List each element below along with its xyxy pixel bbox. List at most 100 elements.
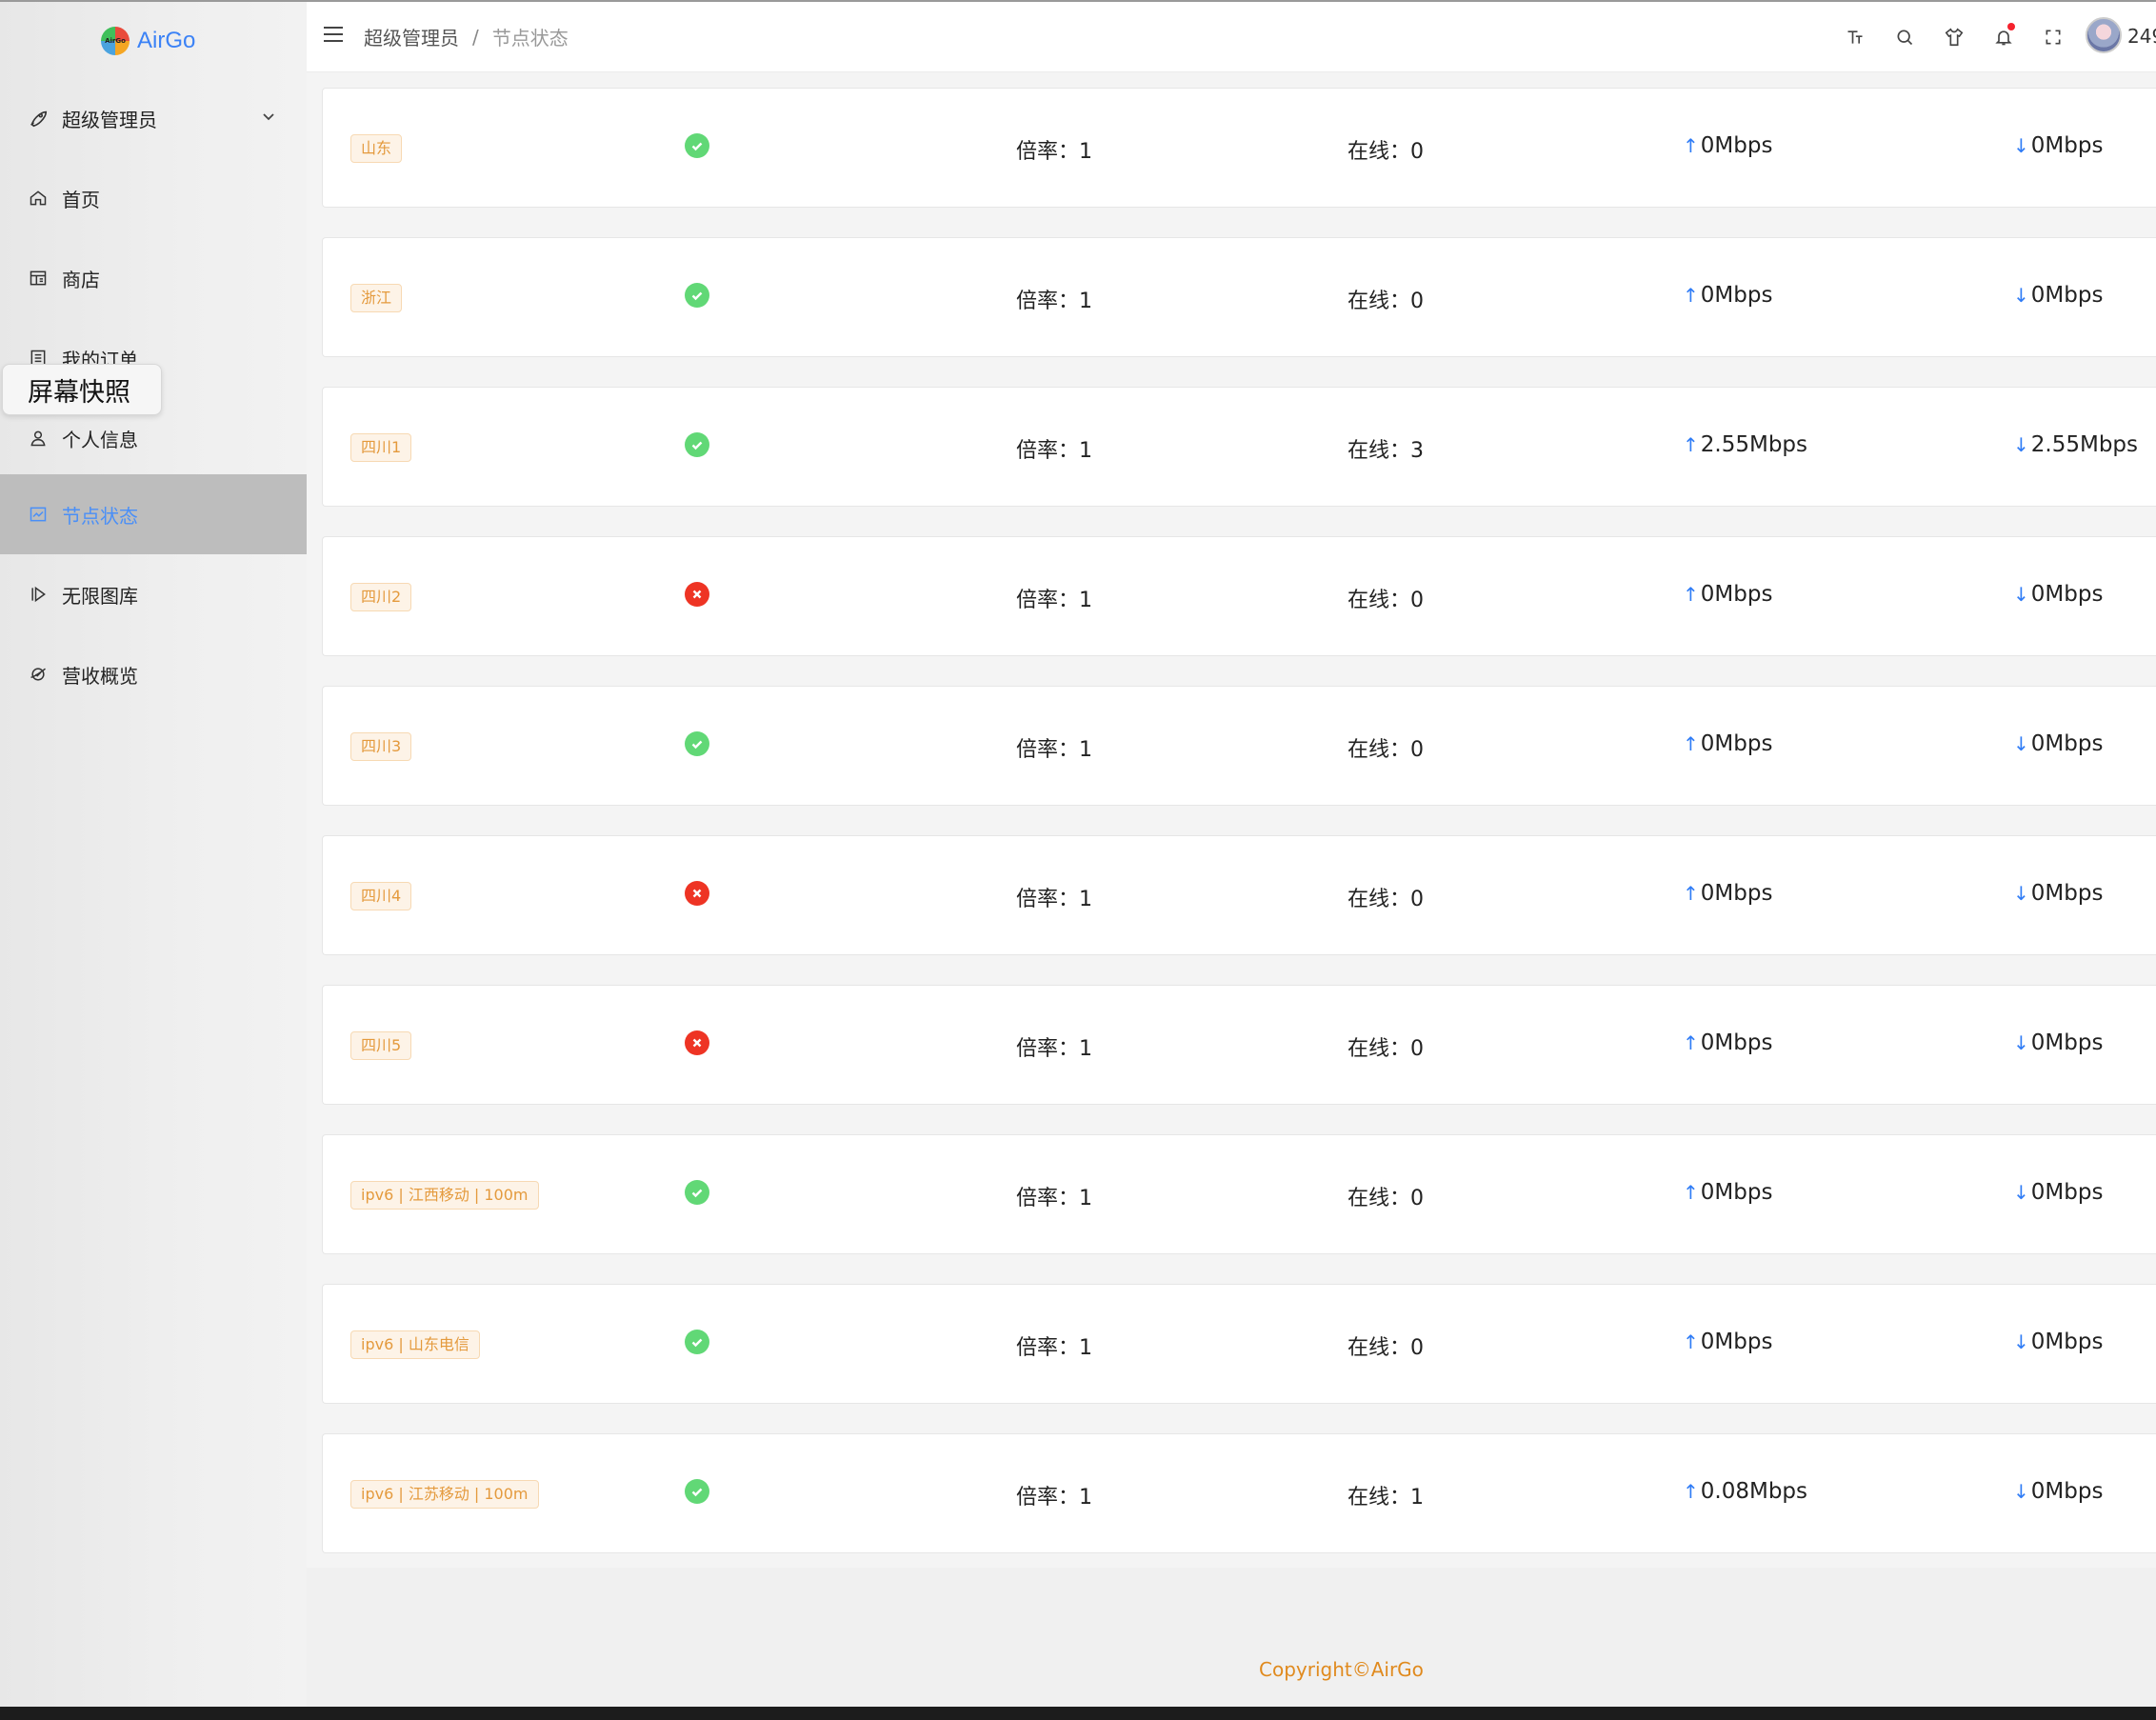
node-name-tag: ipv6 | 江苏移动 | 100m <box>350 1480 539 1509</box>
arrow-down-icon: ↓ <box>2013 433 2029 456</box>
status-error-icon <box>685 881 709 906</box>
bell-icon[interactable] <box>1979 19 2028 55</box>
font-size-icon[interactable] <box>1830 19 1880 55</box>
revenue-icon <box>27 663 50 686</box>
logo-text: AirGo <box>137 28 196 53</box>
sidebar-item-label: 无限图库 <box>62 584 138 608</box>
sidebar-item-gallery[interactable]: 无限图库 <box>0 554 307 634</box>
breadcrumb-root[interactable]: 超级管理员 <box>364 23 459 50</box>
node-download-speed: ↓0Mbps <box>2013 283 2103 308</box>
node-card: 四川2 倍率：1 在线：0 ↑0Mbps ↓0Mbps <box>322 536 2156 656</box>
node-download-speed: ↓0Mbps <box>2013 582 2103 607</box>
upload-value: 2.55Mbps <box>1700 432 1808 457</box>
status-error-icon <box>685 582 709 607</box>
node-online-count: 在线：0 <box>1348 888 1424 911</box>
sidebar-item-label: 节点状态 <box>62 504 138 528</box>
download-value: 0Mbps <box>2030 881 2104 906</box>
fullscreen-icon[interactable] <box>2028 19 2078 55</box>
arrow-down-icon: ↓ <box>2013 882 2029 905</box>
node-download-speed: ↓0Mbps <box>2013 1180 2103 1205</box>
node-upload-speed: ↑0Mbps <box>1683 1330 1772 1354</box>
arrow-down-icon: ↓ <box>2013 134 2029 157</box>
node-name-tag: 四川1 <box>350 433 412 462</box>
rocket-icon <box>27 107 50 130</box>
node-upload-speed: ↑0Mbps <box>1683 881 1772 906</box>
upload-value: 0Mbps <box>1700 133 1773 158</box>
node-upload-speed: ↑0Mbps <box>1683 731 1772 756</box>
status-ok-icon <box>685 731 709 756</box>
shop-icon <box>27 267 50 290</box>
node-download-speed: ↓2.55Mbps <box>2013 432 2138 457</box>
sidebar-item-label: 超级管理员 <box>62 108 157 131</box>
node-rate: 倍率：1 <box>1016 1187 1092 1210</box>
download-value: 0Mbps <box>2030 283 2104 308</box>
download-value: 0Mbps <box>2030 731 2104 756</box>
theme-icon[interactable] <box>1929 19 1979 55</box>
download-value: 0Mbps <box>2030 1180 2104 1205</box>
arrow-up-icon: ↑ <box>1683 1480 1699 1503</box>
search-icon[interactable] <box>1880 19 1929 55</box>
arrow-up-icon: ↑ <box>1683 1330 1699 1353</box>
top-header: 超级管理员 / 节点状态 249 <box>307 2 2156 72</box>
node-rate: 倍率：1 <box>1016 589 1092 612</box>
node-upload-speed: ↑2.55Mbps <box>1683 432 1807 457</box>
node-card: 四川1 倍率：1 在线：3 ↑2.55Mbps ↓2.55Mbps <box>322 387 2156 507</box>
arrow-up-icon: ↑ <box>1683 732 1699 755</box>
node-upload-speed: ↑0Mbps <box>1683 1180 1772 1205</box>
arrow-up-icon: ↑ <box>1683 284 1699 307</box>
status-ok-icon <box>685 1479 709 1504</box>
menu-toggle-icon[interactable] <box>324 27 343 48</box>
node-upload-speed: ↑0Mbps <box>1683 582 1772 607</box>
notification-dot <box>2007 23 2015 30</box>
sidebar-item-home[interactable]: 首页 <box>0 158 307 238</box>
download-value: 0Mbps <box>2030 1330 2104 1354</box>
node-rate: 倍率：1 <box>1016 1336 1092 1360</box>
node-rate: 倍率：1 <box>1016 140 1092 164</box>
status-ok-icon <box>685 1180 709 1205</box>
node-download-speed: ↓0Mbps <box>2013 133 2103 158</box>
status-ok-icon <box>685 1330 709 1354</box>
node-download-speed: ↓0Mbps <box>2013 1030 2103 1055</box>
status-ok-icon <box>685 432 709 457</box>
arrow-down-icon: ↓ <box>2013 1031 2029 1054</box>
node-upload-speed: ↑0Mbps <box>1683 133 1772 158</box>
arrow-down-icon: ↓ <box>2013 1181 2029 1204</box>
sidebar-item-revenue[interactable]: 营收概览 <box>0 634 307 714</box>
window-bottom-bar <box>0 1707 2156 1720</box>
arrow-down-icon: ↓ <box>2013 583 2029 606</box>
upload-value: 0Mbps <box>1700 1330 1773 1354</box>
node-rate: 倍率：1 <box>1016 1486 1092 1510</box>
sidebar-item-label: 商店 <box>62 268 100 291</box>
arrow-up-icon: ↑ <box>1683 433 1699 456</box>
node-rate: 倍率：1 <box>1016 290 1092 313</box>
avatar[interactable] <box>2086 17 2122 53</box>
arrow-up-icon: ↑ <box>1683 882 1699 905</box>
node-online-count: 在线：0 <box>1348 140 1424 164</box>
sidebar-item-super-admin[interactable]: 超级管理员 <box>0 78 307 158</box>
arrow-up-icon: ↑ <box>1683 1031 1699 1054</box>
node-name-tag: 四川2 <box>350 583 412 611</box>
node-online-count: 在线：1 <box>1348 1486 1424 1510</box>
user-id[interactable]: 249 <box>2127 25 2156 48</box>
download-value: 0Mbps <box>2030 1479 2104 1504</box>
node-online-count: 在线：0 <box>1348 1037 1424 1061</box>
sidebar-item-node-status[interactable]: 节点状态 <box>0 474 307 554</box>
node-upload-speed: ↑0.08Mbps <box>1683 1479 1807 1504</box>
node-name-tag: ipv6 | 山东电信 <box>350 1330 480 1359</box>
upload-value: 0Mbps <box>1700 582 1773 607</box>
node-download-speed: ↓0Mbps <box>2013 881 2103 906</box>
upload-value: 0Mbps <box>1700 283 1773 308</box>
node-card: 四川5 倍率：1 在线：0 ↑0Mbps ↓0Mbps <box>322 985 2156 1105</box>
app-logo[interactable]: AirGo AirGo <box>101 23 195 59</box>
node-online-count: 在线：0 <box>1348 1187 1424 1210</box>
node-download-speed: ↓0Mbps <box>2013 731 2103 756</box>
download-value: 0Mbps <box>2030 133 2104 158</box>
node-upload-speed: ↑0Mbps <box>1683 283 1772 308</box>
node-name-tag: 四川3 <box>350 732 412 761</box>
node-name-tag: 山东 <box>350 134 403 163</box>
node-online-count: 在线：3 <box>1348 439 1424 463</box>
sidebar-item-shop[interactable]: 商店 <box>0 238 307 318</box>
user-icon <box>27 427 50 450</box>
node-rate: 倍率：1 <box>1016 738 1092 762</box>
arrow-down-icon: ↓ <box>2013 732 2029 755</box>
